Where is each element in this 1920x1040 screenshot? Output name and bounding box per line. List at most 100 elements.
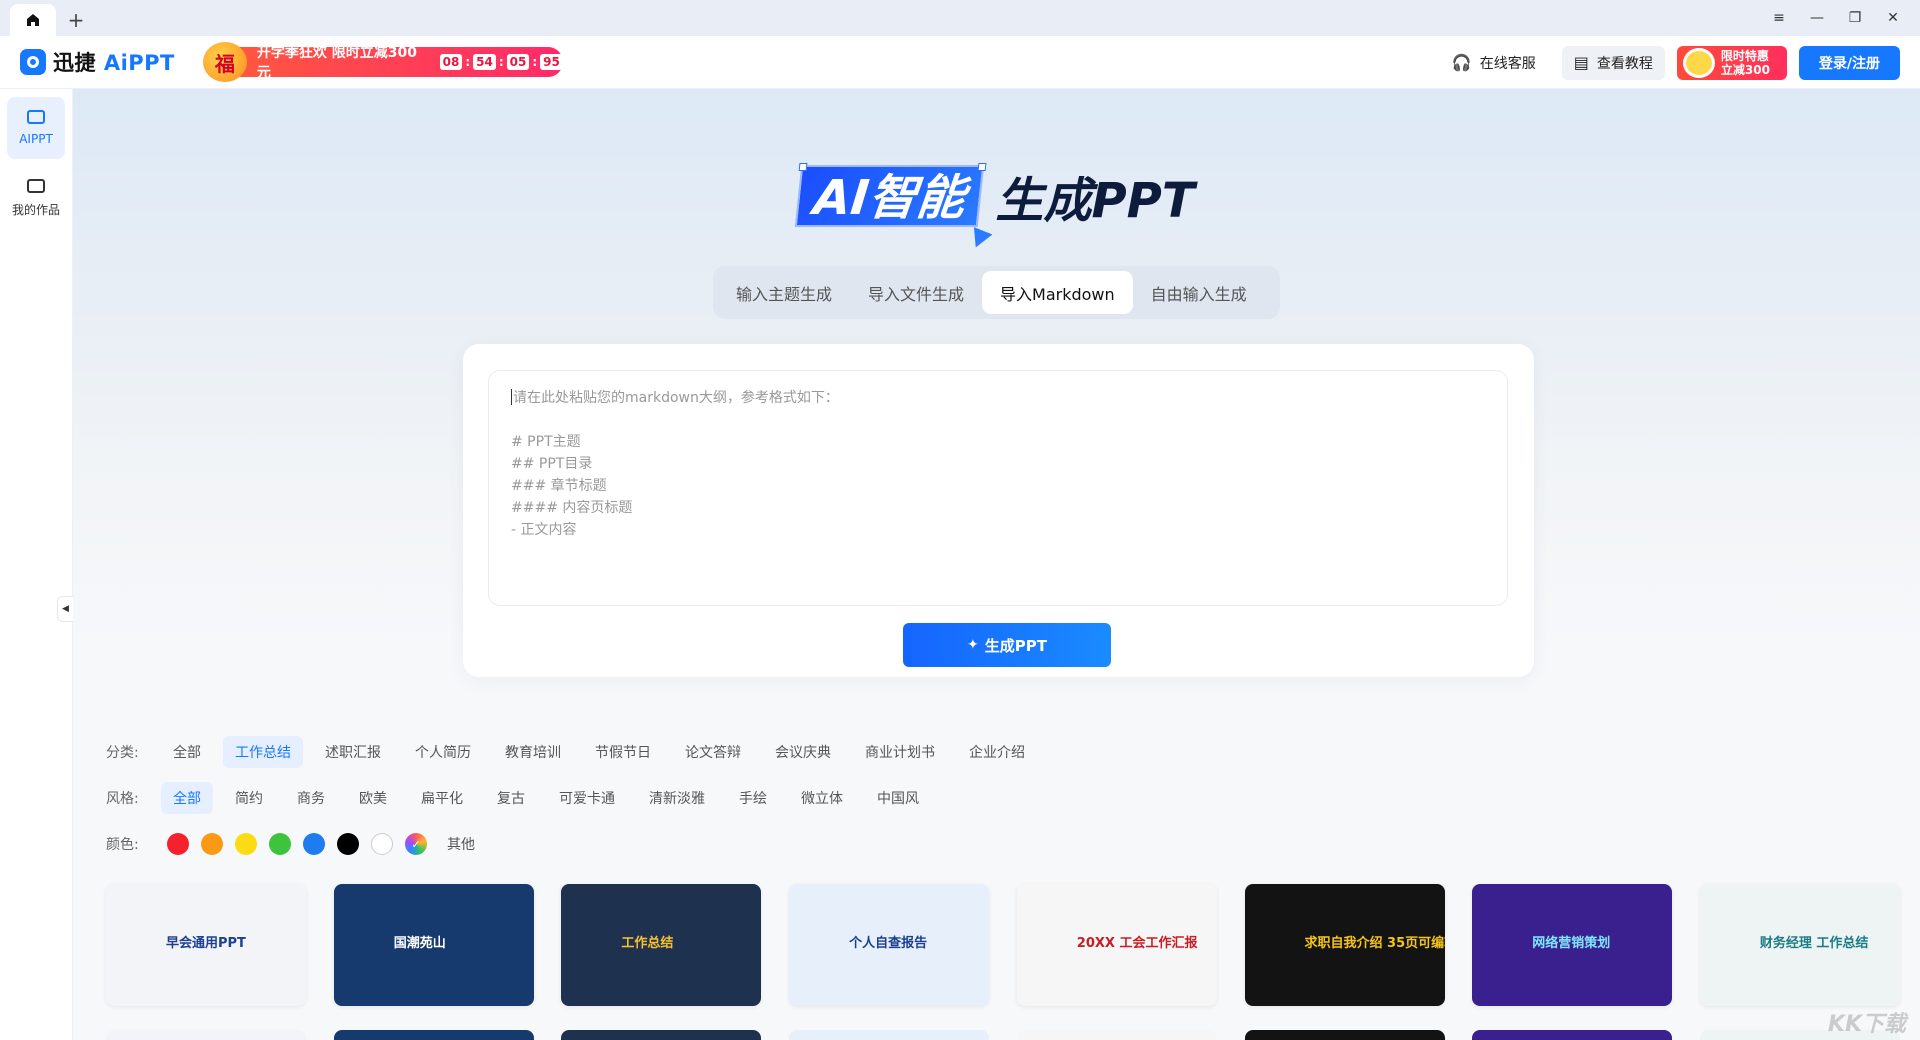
- works-icon: [27, 178, 45, 193]
- online-service-button[interactable]: 🎧 在线客服: [1440, 46, 1548, 80]
- menu-icon[interactable]: ≡: [1760, 0, 1798, 36]
- generation-mode-tabs: 输入主题生成 导入文件生成 导入Markdown 自由输入生成: [713, 266, 1280, 319]
- style-chip[interactable]: 清新淡雅: [637, 782, 717, 814]
- tab-import-markdown[interactable]: 导入Markdown: [982, 271, 1133, 314]
- template-title: 20XX 工会工作汇报: [1076, 936, 1198, 951]
- category-chip[interactable]: 工作总结: [223, 736, 303, 768]
- markdown-input-card: 请在此处粘贴您的markdown大纲，参考格式如下： # PPT主题 ## PP…: [463, 344, 1534, 677]
- template-card[interactable]: 求职自我介绍 35页可编辑模板: [1244, 884, 1445, 1006]
- style-chip[interactable]: 中国风: [865, 782, 931, 814]
- category-chip[interactable]: 述职汇报: [313, 736, 393, 768]
- style-chip[interactable]: 可爱卡通: [547, 782, 627, 814]
- category-chip[interactable]: 商业计划书: [853, 736, 947, 768]
- tab-import-file[interactable]: 导入文件生成: [850, 271, 982, 314]
- app-header: 迅捷 AiPPT 福 开学季狂欢 限时立减300元 08: 54: 05: 95…: [0, 36, 1920, 89]
- sidebar-item-label: 我的作品: [11, 202, 60, 217]
- color-swatch[interactable]: [405, 833, 427, 855]
- style-chip[interactable]: 手绘: [727, 782, 779, 814]
- app-name-prefix: 迅捷: [53, 51, 96, 75]
- style-chip[interactable]: 全部: [161, 782, 213, 814]
- hero-rest-text: 生成PPT: [995, 173, 1195, 229]
- category-chip[interactable]: 节假节日: [583, 736, 663, 768]
- color-swatch[interactable]: [337, 833, 359, 855]
- style-chip[interactable]: 商务: [285, 782, 337, 814]
- placeholder-line: ### 章节标题: [511, 478, 607, 494]
- hero-highlight: AI智能: [795, 165, 993, 248]
- deal-line-1: 限时特惠: [1720, 48, 1769, 63]
- template-card[interactable]: 工作总结: [561, 884, 762, 1006]
- tab-free-input[interactable]: 自由输入生成: [1133, 271, 1265, 314]
- limited-deal-button[interactable]: 限时特惠 立减300: [1676, 45, 1787, 80]
- online-service-label: 在线客服: [1479, 55, 1536, 72]
- category-chip[interactable]: 论文答辩: [673, 736, 753, 768]
- color-swatch[interactable]: [269, 833, 291, 855]
- tutorial-button[interactable]: ▤ 查看教程: [1561, 45, 1665, 80]
- promo-countdown: 08: 54: 05: 95: [439, 54, 563, 70]
- placeholder-line: [511, 409, 1485, 431]
- sidebar-item-aippt[interactable]: AIPPT: [7, 97, 65, 159]
- template-card[interactable]: 个人自查报告: [789, 884, 990, 1006]
- template-card[interactable]: [1016, 1030, 1217, 1040]
- hero-title: AI智能 生成PPT: [73, 161, 1920, 248]
- close-button[interactable]: ✕: [1874, 0, 1912, 36]
- countdown-seconds: 05: [506, 54, 530, 70]
- window-title-bar: + ≡ — ❐ ✕: [0, 0, 1920, 36]
- template-card[interactable]: [333, 1030, 534, 1040]
- color-swatch[interactable]: [371, 833, 393, 855]
- tutorial-label: 查看教程: [1596, 55, 1653, 72]
- category-chip[interactable]: 个人简历: [403, 736, 483, 768]
- template-gallery: 早会通用PPT 国潮苑山 工作总结 个人自查报告 20XX 工会工作汇报 求职自我介绍 3…: [106, 884, 1906, 1040]
- template-card[interactable]: [1244, 1030, 1445, 1040]
- category-filter-row: 分类: 全部 工作总结 述职汇报 个人简历 教育培训 节假节日 论文答辩 会议庆典 商业计划书企…: [106, 736, 1886, 768]
- placeholder-line: ## PPT目录: [511, 456, 593, 472]
- main-content: AI智能 生成PPT 输入主题生成 导入文件生成 导入Markdown 自由输入…: [73, 89, 1920, 1040]
- new-tab-button[interactable]: +: [60, 4, 92, 36]
- color-swatch[interactable]: [235, 833, 257, 855]
- template-card[interactable]: 财务经理 工作总结: [1699, 884, 1900, 1006]
- template-card[interactable]: 国潮苑山: [333, 884, 534, 1006]
- style-label: 风格:: [106, 791, 139, 807]
- style-chip[interactable]: 微立体: [789, 782, 855, 814]
- template-card[interactable]: [106, 1030, 306, 1040]
- category-label: 分类:: [106, 745, 139, 761]
- style-chip[interactable]: 复古: [485, 782, 537, 814]
- home-tab[interactable]: [10, 4, 56, 36]
- color-swatch[interactable]: [167, 833, 189, 855]
- template-title: 网络营销策划: [1532, 936, 1611, 951]
- category-chip[interactable]: 教育培训: [493, 736, 573, 768]
- promo-banner[interactable]: 福 开学季狂欢 限时立减300元 08: 54: 05: 95: [202, 42, 563, 82]
- color-swatch[interactable]: [201, 833, 223, 855]
- template-card[interactable]: [561, 1030, 762, 1040]
- style-chip[interactable]: 扁平化: [409, 782, 475, 814]
- template-card[interactable]: [789, 1030, 990, 1040]
- template-card[interactable]: 早会通用PPT: [106, 884, 306, 1006]
- template-title: 财务经理 工作总结: [1759, 936, 1869, 951]
- tab-input-topic[interactable]: 输入主题生成: [718, 271, 850, 314]
- category-chip[interactable]: 会议庆典: [763, 736, 843, 768]
- logo-icon: [20, 49, 46, 75]
- markdown-textarea[interactable]: 请在此处粘贴您的markdown大纲，参考格式如下： # PPT主题 ## PP…: [488, 370, 1508, 606]
- category-chip[interactable]: 全部: [161, 736, 213, 768]
- deal-line-2: 立减300: [1720, 62, 1770, 77]
- text-caret: [511, 389, 512, 405]
- other-colors-link[interactable]: 其他: [447, 834, 475, 854]
- style-chip[interactable]: 欧美: [347, 782, 399, 814]
- login-register-button[interactable]: 登录/注册: [1798, 45, 1900, 80]
- headset-icon: 🎧: [1451, 53, 1472, 72]
- app-logo[interactable]: 迅捷 AiPPT: [20, 47, 175, 77]
- category-chip[interactable]: 企业介绍: [957, 736, 1037, 768]
- sidebar-collapse-button[interactable]: ◀: [57, 596, 73, 622]
- generate-ppt-button[interactable]: ✦ 生成PPT: [903, 623, 1111, 667]
- placeholder-line: - 正文内容: [511, 522, 577, 538]
- template-card[interactable]: 20XX 工会工作汇报: [1016, 884, 1217, 1006]
- color-swatch[interactable]: [303, 833, 325, 855]
- minimize-button[interactable]: —: [1798, 0, 1836, 36]
- template-card[interactable]: 网络营销策划: [1472, 884, 1673, 1006]
- style-chip[interactable]: 简约: [223, 782, 275, 814]
- restore-button[interactable]: ❐: [1836, 0, 1874, 36]
- template-card[interactable]: [1472, 1030, 1673, 1040]
- home-icon: [27, 14, 39, 26]
- alarm-clock-icon: [1682, 47, 1715, 78]
- sidebar: AIPPT 我的作品 ◀: [0, 89, 73, 1040]
- sidebar-item-my-works[interactable]: 我的作品: [7, 167, 65, 229]
